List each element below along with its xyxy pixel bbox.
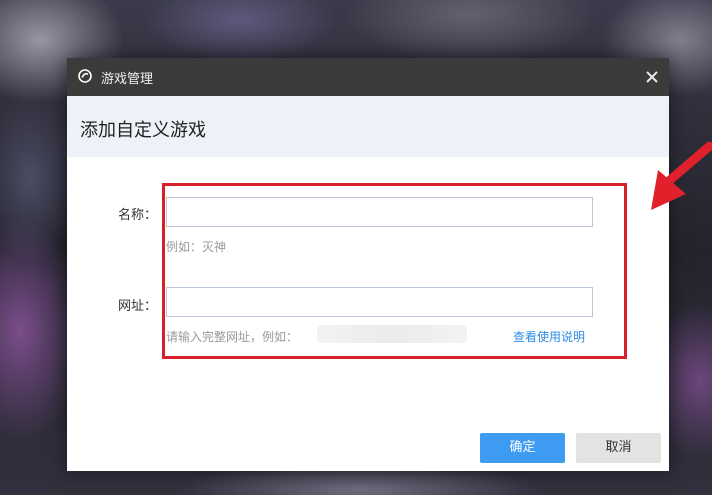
url-label: 网址： (117, 299, 157, 314)
dialog-titlebar: 游戏管理 (67, 58, 669, 96)
close-icon[interactable] (641, 66, 663, 88)
dialog-title: 游戏管理 (101, 72, 154, 87)
annotation-arrow-icon (651, 142, 712, 210)
dialog-header: 添加自定义游戏 (67, 96, 669, 157)
cancel-button[interactable]: 取消 (576, 433, 661, 463)
name-label: 名称： (117, 208, 157, 223)
game-logo-icon (78, 69, 92, 83)
ok-button[interactable]: 确定 (480, 433, 565, 463)
annotation-highlight-box (162, 183, 627, 359)
page-title: 添加自定义游戏 (80, 120, 206, 141)
add-custom-game-dialog: 游戏管理 添加自定义游戏 名称： 例如：灭神 网址： 请输入完整网址，例如： 查… (67, 58, 669, 471)
